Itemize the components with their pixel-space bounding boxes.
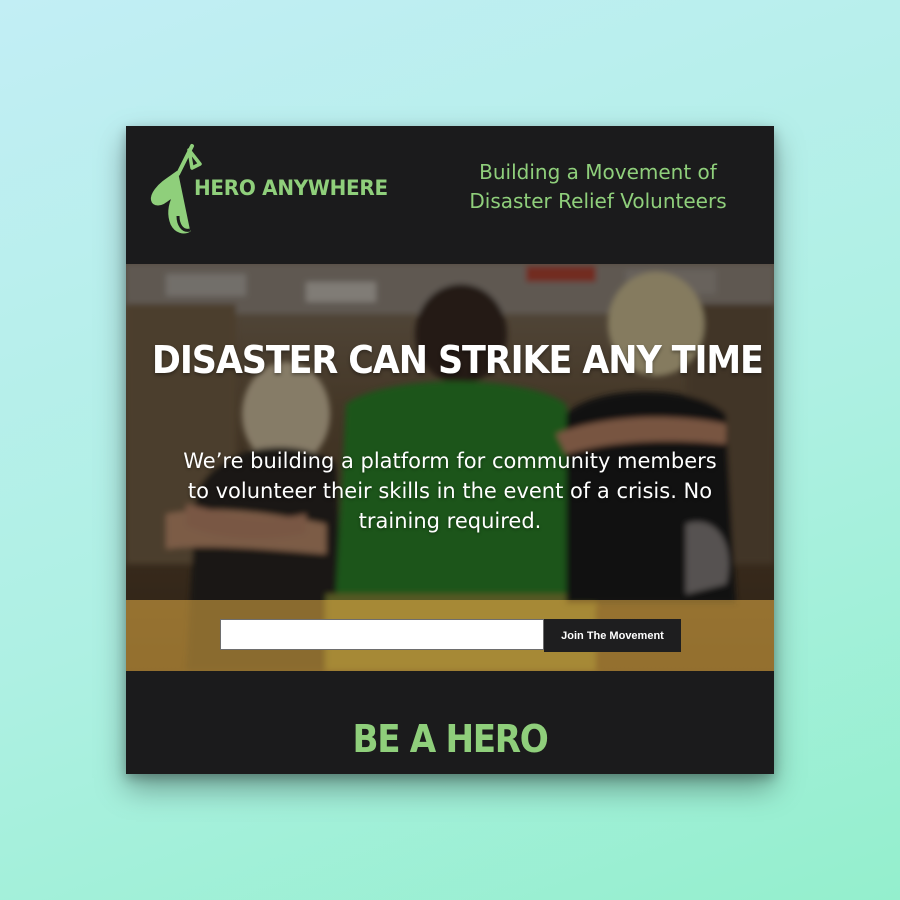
be-a-hero-heading: BE A HERO <box>352 717 549 761</box>
brand-tagline: Building a Movement of Disaster Relief V… <box>469 160 727 213</box>
signup-form: Join The Movement <box>126 600 774 671</box>
email-input[interactable] <box>220 619 544 650</box>
hero-headline: DISASTER CAN STRIKE ANY TIME <box>151 338 764 382</box>
be-a-hero-section: BE A HERO <box>126 671 774 774</box>
hero-section: DISASTER CAN STRIKE ANY TIME We’re build… <box>126 264 774 671</box>
site-header: HERO ANYWHERE Building a Movement of Dis… <box>126 126 774 264</box>
hero-subtext: We’re building a platform for community … <box>183 449 717 533</box>
join-movement-button[interactable]: Join The Movement <box>544 619 681 652</box>
brand-logo[interactable]: HERO ANYWHERE <box>148 138 398 238</box>
brand-name: HERO ANYWHERE <box>194 176 388 200</box>
landing-card: HERO ANYWHERE Building a Movement of Dis… <box>126 126 774 774</box>
hero-dark-overlay <box>126 264 774 600</box>
